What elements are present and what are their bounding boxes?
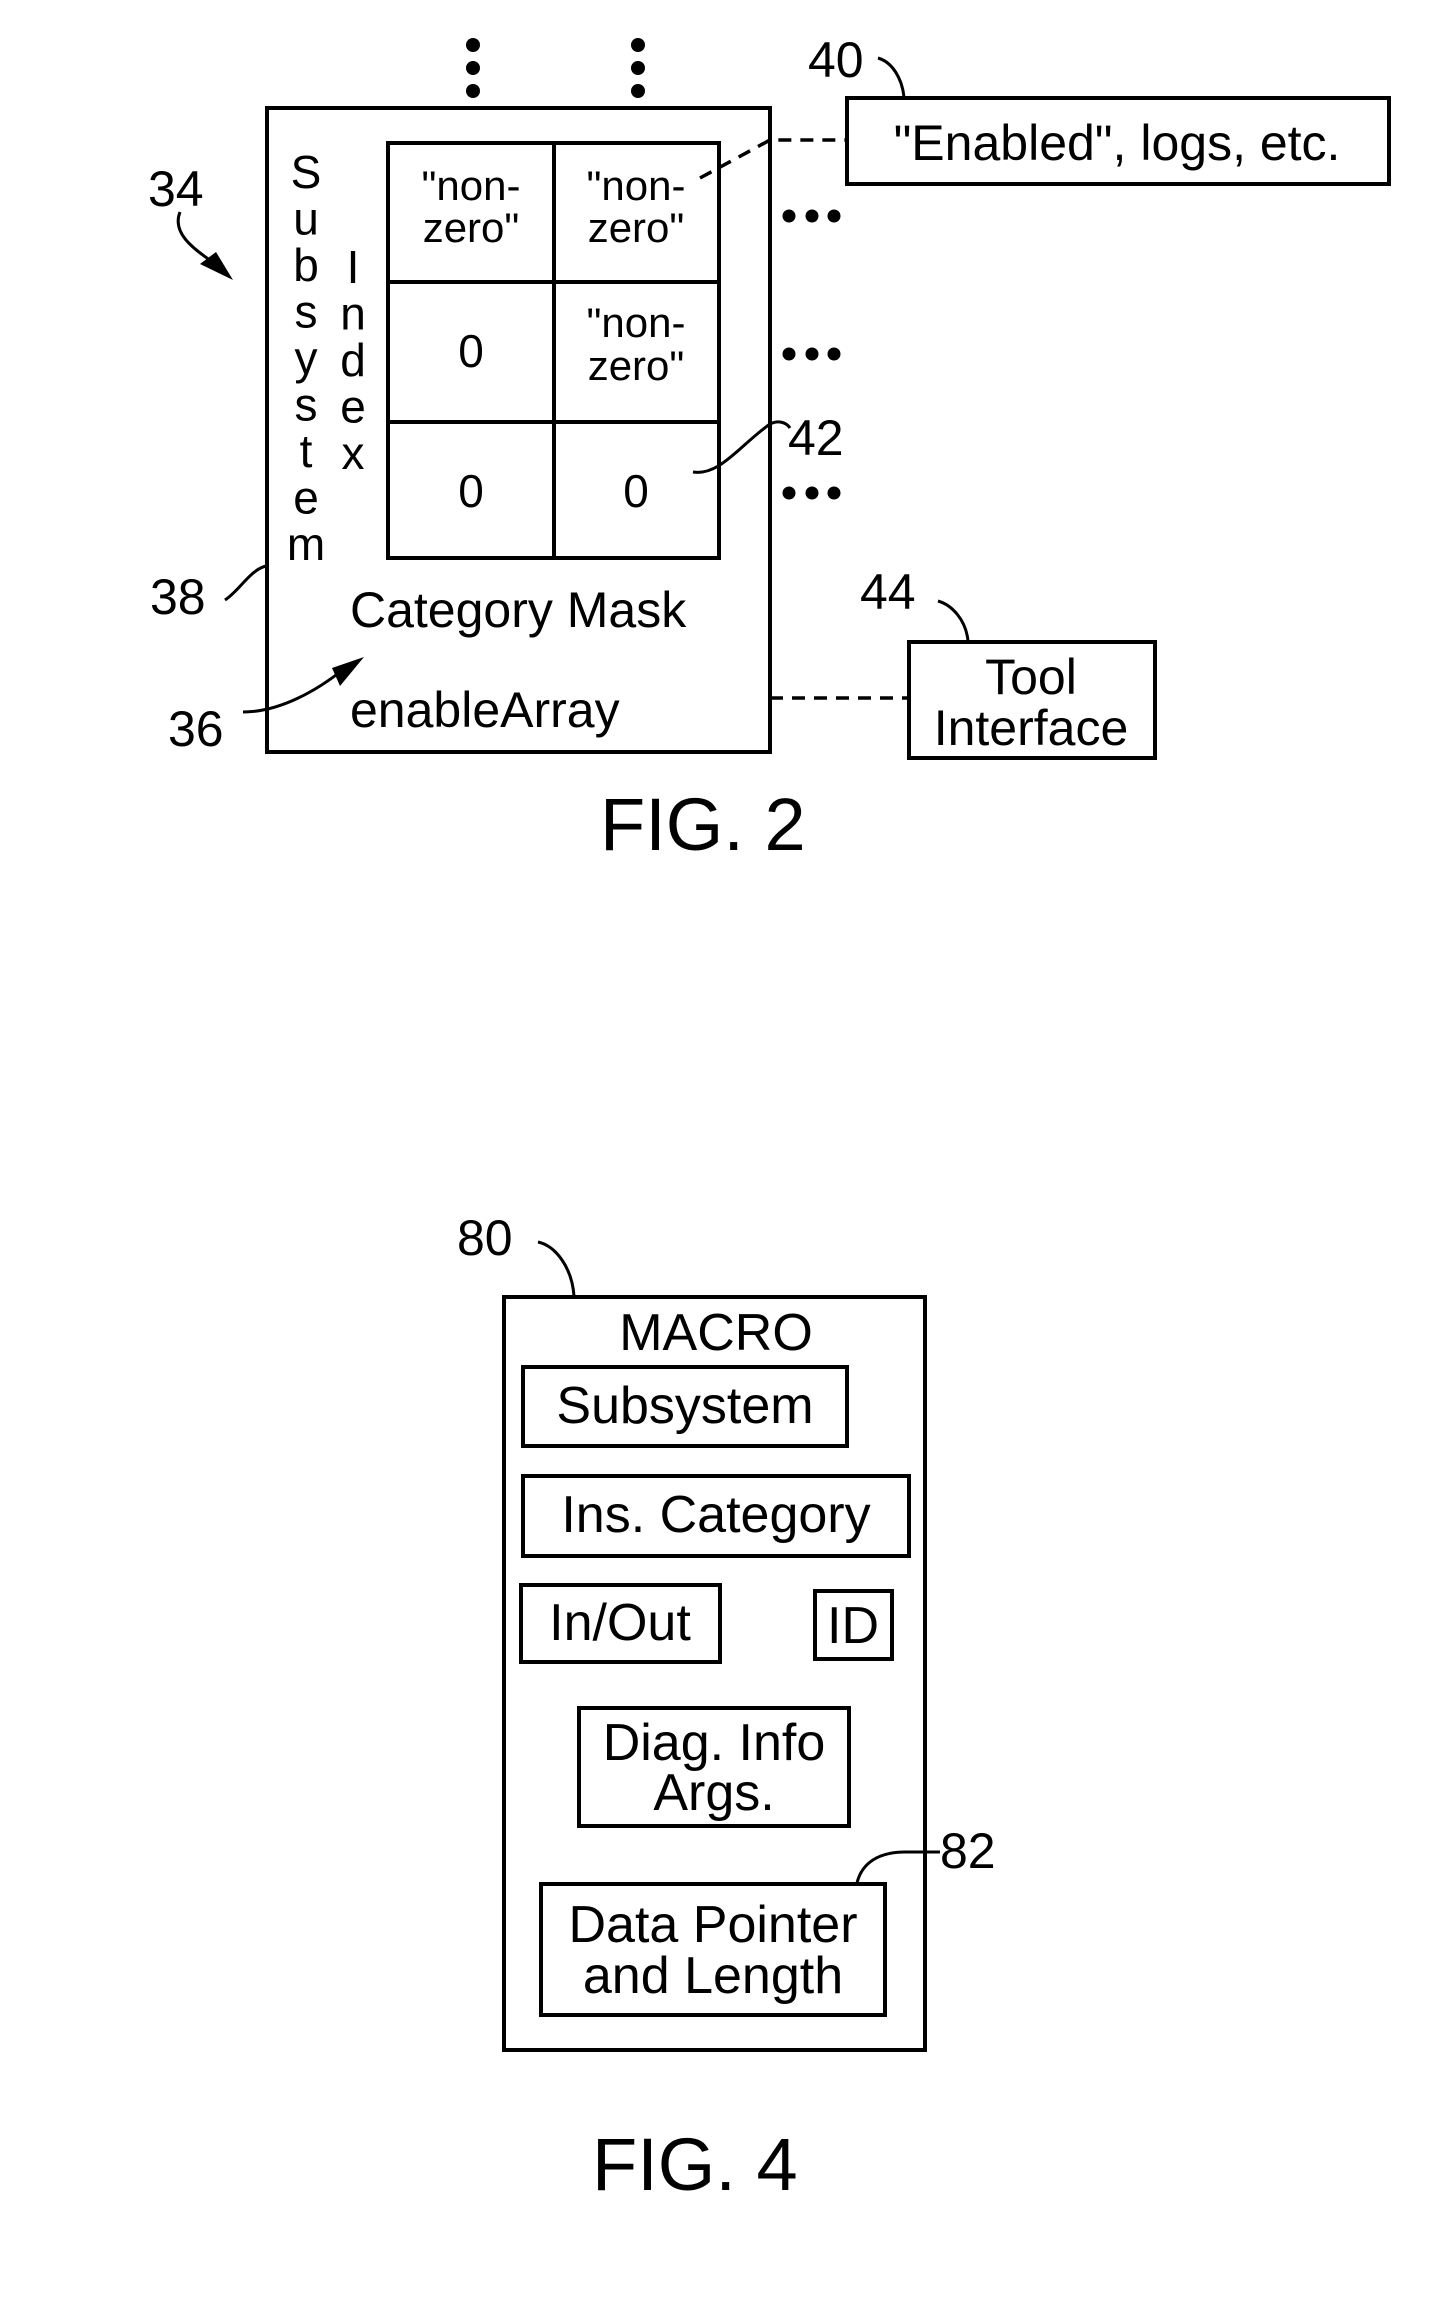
ref-42-leader — [692, 420, 792, 474]
vertical-label-letter: u — [293, 193, 319, 245]
vertical-label-letter: t — [300, 425, 313, 477]
dot — [466, 38, 480, 52]
data-pointer-line2: and Length — [583, 1947, 843, 2005]
ref-label-34: 34 — [148, 161, 204, 217]
category-mask-grid: "non- zero" "non- zero" 0 "non- zero" 0 … — [386, 141, 721, 560]
vertical-label-letter: x — [342, 427, 365, 479]
patent-drawing-sheet: "non- zero" "non- zero" 0 "non- zero" 0 … — [148, 32, 1391, 2206]
index-vertical-label: Index — [340, 241, 366, 479]
vertical-label-letter: e — [340, 381, 366, 433]
ins-category-field: Ins. Category — [561, 1486, 870, 1544]
dot — [805, 347, 819, 361]
dot — [631, 38, 645, 52]
vertical-label-letter: I — [347, 241, 360, 293]
state-box-connector — [699, 138, 847, 180]
grid-cell-r0-c1-line2: zero" — [588, 204, 685, 251]
fig2: "non- zero" "non- zero" 0 "non- zero" 0 … — [148, 32, 1391, 866]
grid-cell-r1-c1-line2: zero" — [588, 342, 685, 389]
category-mask-label: Category Mask — [350, 582, 687, 638]
vertical-label-letter: s — [295, 286, 318, 338]
ref-44-leader — [937, 599, 970, 642]
column-continuation-dots — [466, 38, 645, 98]
grid-cell-r2-c0: 0 — [458, 465, 484, 517]
dot — [827, 486, 841, 500]
tool-interface-line2: Interface — [934, 700, 1129, 756]
dot — [466, 84, 480, 98]
dot — [805, 486, 819, 500]
ref-label-40: 40 — [808, 32, 864, 88]
dot — [782, 209, 796, 223]
subsystem-field: Subsystem — [556, 1377, 813, 1435]
dot — [827, 209, 841, 223]
vertical-label-letter: s — [295, 379, 318, 431]
vertical-label-letter: e — [293, 472, 319, 524]
ref-label-80: 80 — [457, 1210, 513, 1266]
fig4-caption: FIG. 4 — [592, 2123, 798, 2206]
fig4: 80 MACRO Subsystem Ins. Category In/Out … — [457, 1210, 996, 2206]
enable-array-label: enableArray — [350, 682, 620, 738]
data-pointer-line1: Data Pointer — [568, 1896, 857, 1954]
grid-cell-r0-c1-line1: "non- — [587, 162, 686, 209]
vertical-label-letter: n — [340, 288, 366, 340]
ref-36-leader — [242, 666, 346, 714]
subsystem-vertical-label: Subsystem — [287, 146, 325, 570]
tool-interface-line1: Tool — [985, 649, 1077, 705]
dot — [782, 486, 796, 500]
dot — [782, 347, 796, 361]
vertical-label-letter: b — [293, 239, 319, 291]
grid-cell-r1-c1-line1: "non- — [587, 299, 686, 346]
ref-40-leader — [877, 56, 906, 98]
vertical-label-letter: y — [295, 332, 318, 384]
dot — [631, 84, 645, 98]
in-out-field: In/Out — [549, 1594, 691, 1652]
ref-82-leader — [855, 1850, 940, 1884]
ref-label-82: 82 — [940, 1823, 996, 1879]
fig2-caption: FIG. 2 — [600, 783, 806, 866]
ref-label-36: 36 — [168, 701, 224, 757]
ref-label-42: 42 — [788, 410, 844, 466]
ref-label-38: 38 — [150, 569, 206, 625]
dot — [827, 347, 841, 361]
grid-cell-r2-c1: 0 — [623, 465, 649, 517]
dot — [466, 61, 480, 75]
vertical-label-letter: S — [291, 146, 322, 198]
ref-80-leader — [537, 1240, 576, 1297]
dot — [805, 209, 819, 223]
dot — [631, 61, 645, 75]
enabled-logs-text: "Enabled", logs, etc. — [894, 115, 1341, 171]
diag-info-line2: Args. — [653, 1764, 774, 1822]
id-field: ID — [827, 1597, 879, 1655]
grid-cell-r0-c0-line1: "non- — [422, 162, 521, 209]
vertical-label-letter: d — [340, 334, 366, 386]
vertical-label-letter: m — [287, 518, 325, 570]
ref-label-44: 44 — [860, 564, 916, 620]
grid-cell-r0-c0-line2: zero" — [423, 204, 520, 251]
ref-38-leader — [224, 564, 267, 602]
grid-cell-r1-c0: 0 — [458, 325, 484, 377]
macro-title: MACRO — [619, 1304, 813, 1362]
